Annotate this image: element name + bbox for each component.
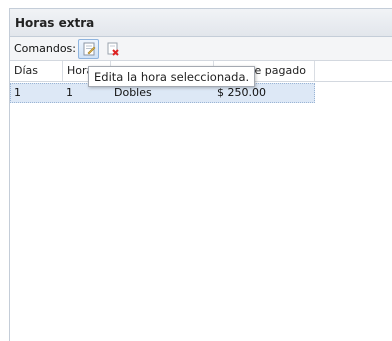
edit-button[interactable] [78, 38, 99, 59]
cell-dias: 1 [14, 86, 21, 99]
panel-title: Horas extra [10, 9, 392, 37]
edit-tooltip: Edita la hora seleccionada. [88, 66, 256, 87]
delete-button[interactable] [102, 39, 123, 59]
overtime-panel: Horas extra Comandos: Días Horas Importe… [9, 8, 392, 341]
command-toolbar: Comandos: [10, 37, 392, 61]
column-header-dias[interactable]: Días [10, 61, 63, 81]
edit-page-icon [83, 42, 95, 55]
delete-page-icon [107, 42, 119, 56]
toolbar-label: Comandos: [14, 42, 76, 55]
cell-horas: 1 [66, 86, 73, 99]
